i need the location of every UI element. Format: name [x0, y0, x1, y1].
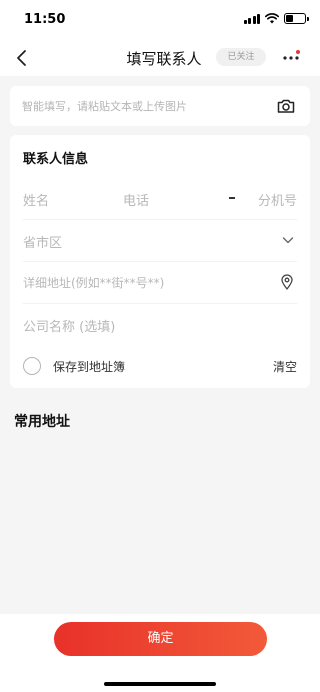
notification-dot — [296, 50, 300, 54]
battery-icon — [284, 13, 309, 24]
clear-button[interactable]: 清空 — [273, 358, 297, 375]
contact-info-card: 联系人信息 姓名 电话 分机号 省市区 详细地址(例如**街**号**) 公司名… — [10, 135, 310, 388]
name-field[interactable]: 姓名 — [23, 190, 49, 209]
contact-section-title: 联系人信息 — [23, 152, 89, 167]
bottom-bar: 确定 — [0, 614, 320, 692]
phone-field[interactable]: 电话 — [123, 190, 149, 209]
address-row: 详细地址(例如**街**号**) — [23, 262, 297, 304]
name-phone-row: 姓名 电话 分机号 — [23, 178, 297, 220]
nav-bar: 填写联系人 已关注 — [0, 40, 320, 76]
smart-fill-input[interactable]: 智能填写，请粘贴文本或上传图片 — [10, 86, 310, 126]
follow-badge[interactable]: 已关注 — [216, 48, 266, 66]
smart-fill-placeholder: 智能填写，请粘贴文本或上传图片 — [22, 100, 187, 113]
company-row: 公司名称 (选填) — [23, 304, 297, 346]
page-title-text: 填写联系人 — [126, 50, 202, 68]
address-field[interactable]: 详细地址(例如**街**号**) — [23, 274, 164, 291]
region-field: 省市区 — [23, 236, 63, 251]
signal-icon — [243, 13, 260, 24]
extension-field[interactable]: 分机号 — [258, 190, 297, 209]
save-radio[interactable] — [23, 357, 41, 375]
company-field[interactable]: 公司名称 (选填) — [23, 316, 115, 335]
save-to-address-book-row: 保存到地址簿 清空 — [23, 353, 297, 383]
confirm-button[interactable]: 确定 — [54, 622, 267, 656]
extension-separator — [229, 197, 235, 199]
status-time: 11:50 — [24, 12, 66, 27]
camera-icon[interactable] — [276, 96, 296, 116]
page-title: 填写联系人 — [0, 48, 320, 69]
common-address-title: 常用地址 — [14, 414, 70, 430]
location-pin-icon[interactable] — [279, 274, 295, 290]
region-selector[interactable]: 省市区 — [23, 220, 297, 262]
chevron-down-icon — [282, 237, 294, 244]
wifi-icon — [265, 13, 279, 24]
home-indicator — [104, 682, 216, 686]
status-icons — [243, 13, 309, 24]
save-label[interactable]: 保存到地址簿 — [53, 358, 125, 375]
status-bar: 11:50 — [0, 0, 320, 40]
